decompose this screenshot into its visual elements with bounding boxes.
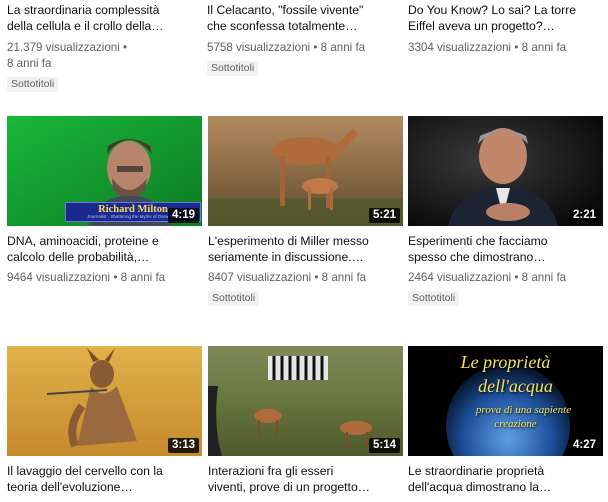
video-title[interactable]: Il Celacanto, "fossile vivente" che scon…	[207, 3, 402, 34]
meta-separator: •	[514, 271, 519, 284]
upload-age: 8 anni fa	[7, 57, 52, 70]
view-count: 8407 visualizzazioni	[208, 271, 312, 284]
thumbnail-title-line: Le proprietà	[460, 352, 551, 372]
view-count: 3304 visualizzazioni	[408, 41, 512, 54]
meta-separator: •	[514, 41, 519, 54]
subtitles-badge: Sottotitoli	[208, 291, 260, 306]
video-thumbnail[interactable]: 5:14	[208, 346, 403, 456]
meta-separator: •	[313, 41, 318, 54]
video-title[interactable]: Do You Know? Lo sai? La torre Eiffel ave…	[408, 3, 603, 34]
video-duration: 2:21	[568, 208, 600, 223]
video-title[interactable]: Le straordinarie proprietà dell'acqua di…	[408, 464, 603, 495]
video-thumbnail[interactable]: 5:21	[208, 116, 403, 226]
video-metadata: 9464 visualizzazioni • 8 anni fa	[7, 270, 202, 286]
upload-age: 8 anni fa	[521, 41, 567, 54]
upload-age: 8 anni fa	[120, 271, 166, 284]
video-thumbnail[interactable]: Le proprietà dell'acqua prova di una sap…	[408, 346, 603, 456]
meta-separator: •	[113, 271, 118, 284]
thumbnail-subtitle-line: creazione	[494, 418, 537, 430]
video-title[interactable]: La straordinaria complessità della cellu…	[7, 3, 202, 34]
upload-age: 8 anni fa	[321, 271, 367, 284]
video-thumbnail[interactable]: Richard Milton Journalist · Shattering t…	[7, 116, 202, 226]
thumbnail-title-line: dell'acqua	[478, 376, 553, 396]
video-thumbnail[interactable]: 2:21	[408, 116, 603, 226]
video-metadata: 21.379 visualizzazioni • 8 anni fa	[7, 40, 202, 72]
view-count: 5758 visualizzazioni	[207, 41, 311, 54]
video-duration: 4:27	[568, 438, 600, 453]
video-duration: 4:19	[167, 208, 199, 223]
video-title[interactable]: Esperimenti che facciamo spesso che dimo…	[408, 234, 603, 265]
view-count: 9464 visualizzazioni	[7, 271, 111, 284]
thumbnail-subtitle-line: prova di una sapiente	[475, 404, 572, 416]
video-metadata: 2464 visualizzazioni • 8 anni fa	[408, 270, 603, 286]
meta-separator: •	[314, 271, 319, 284]
video-duration: 5:21	[368, 208, 400, 223]
view-count: 21.379 visualizzazioni •	[7, 41, 128, 54]
video-title[interactable]: L'esperimento di Miller messo seriamente…	[208, 234, 403, 265]
subtitles-badge: Sottotitoli	[408, 291, 460, 306]
subtitles-badge: Sottotitoli	[207, 61, 259, 76]
subtitles-badge: Sottotitoli	[7, 77, 59, 92]
video-metadata: 3304 visualizzazioni • 8 anni fa	[408, 40, 603, 56]
video-metadata: 5758 visualizzazioni • 8 anni fa	[207, 40, 402, 56]
video-title[interactable]: Interazioni fra gli esseri viventi, prov…	[208, 464, 403, 495]
upload-age: 8 anni fa	[320, 41, 366, 54]
video-metadata: 8407 visualizzazioni • 8 anni fa	[208, 270, 403, 286]
video-duration: 3:13	[167, 438, 199, 453]
video-thumbnail[interactable]: 3:13	[7, 346, 202, 456]
view-count: 2464 visualizzazioni	[408, 271, 512, 284]
video-duration: 5:14	[368, 438, 400, 453]
video-title[interactable]: Il lavaggio del cervello con la teoria d…	[7, 464, 202, 495]
video-title[interactable]: DNA, aminoacidi, proteine e calcolo dell…	[7, 234, 202, 265]
upload-age: 8 anni fa	[521, 271, 567, 284]
